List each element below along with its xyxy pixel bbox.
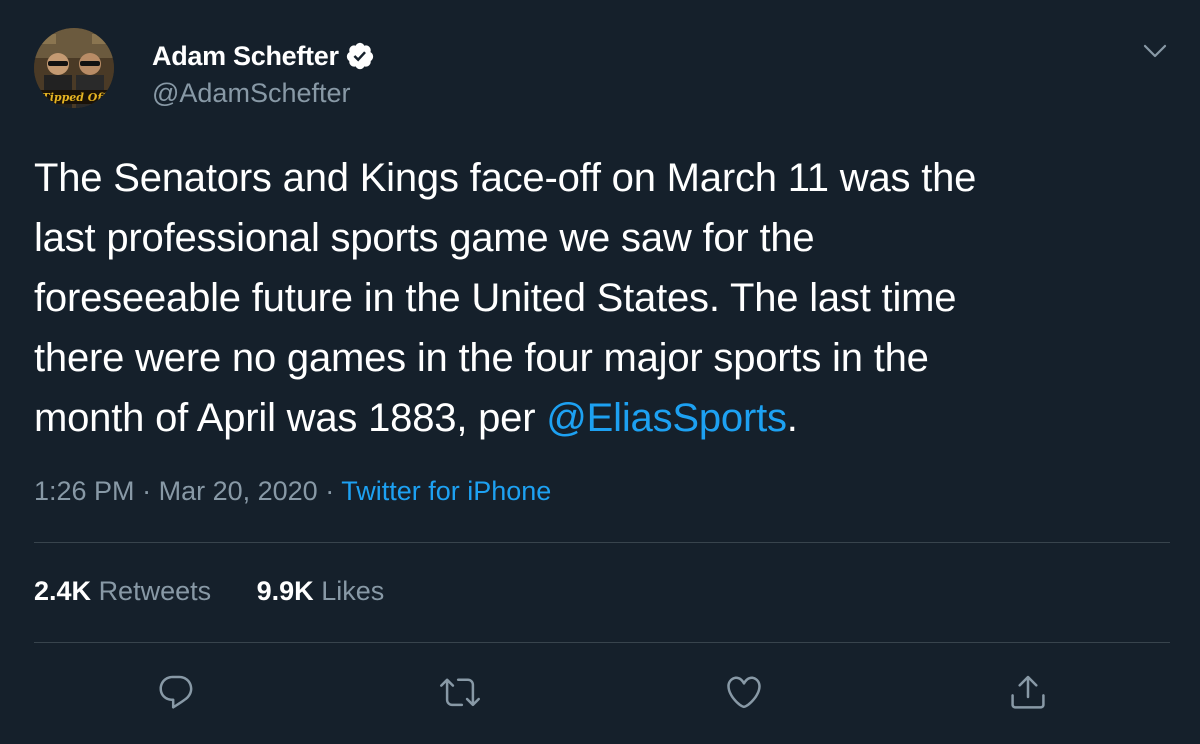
tweet-text-line-content: month of April was 1883, per <box>34 396 547 440</box>
author-name-line: Adam Schefter <box>152 38 375 74</box>
mention-link[interactable]: @EliasSports <box>546 396 787 440</box>
divider <box>34 642 1170 643</box>
verified-badge-icon <box>345 41 375 71</box>
avatar[interactable]: Tipped Off <box>34 28 114 108</box>
likes-count: 9.9K <box>256 576 314 606</box>
tweet-meta: 1:26 PM · Mar 20, 2020 · Twitter for iPh… <box>34 476 551 507</box>
retweets-count: 2.4K <box>34 576 92 606</box>
reply-icon[interactable] <box>156 672 196 712</box>
like-icon[interactable] <box>724 672 764 712</box>
tweet-text-line: there were no games in the four major sp… <box>34 336 929 380</box>
retweet-icon[interactable] <box>440 672 480 712</box>
chevron-down-icon[interactable] <box>1140 36 1170 66</box>
author-handle[interactable]: @AdamSchefter <box>152 78 351 109</box>
tweet-text-line: last professional sports game we saw for… <box>34 216 815 260</box>
tweet-card: Tipped Off Adam Schefter @AdamSchefter T… <box>0 0 1200 744</box>
meta-separator: · <box>142 476 152 506</box>
tweet-text-trailing: . <box>786 396 798 440</box>
tweet-date[interactable]: Mar 20, 2020 <box>159 476 318 506</box>
tweet-stats: 2.4K Retweets 9.9K Likes <box>34 576 422 607</box>
avatar-caption: Tipped Off <box>42 91 109 104</box>
retweets-label: Retweets <box>98 576 212 606</box>
likes-stat[interactable]: 9.9K Likes <box>257 576 385 606</box>
author-display-name[interactable]: Adam Schefter <box>152 41 339 72</box>
tweet-text-line: foreseeable future in the United States.… <box>34 276 957 320</box>
tweet-source-link[interactable]: Twitter for iPhone <box>341 476 551 506</box>
tweet-text-line: The Senators and Kings face-off on March… <box>34 156 977 200</box>
likes-label: Likes <box>321 576 385 606</box>
tweet-text-line: month of April was 1883, per @EliasSport… <box>34 388 1154 448</box>
tweet-time[interactable]: 1:26 PM <box>34 476 135 506</box>
share-icon[interactable] <box>1008 672 1048 712</box>
tweet-text: The Senators and Kings face-off on March… <box>34 148 1154 448</box>
divider <box>34 542 1170 543</box>
retweets-stat[interactable]: 2.4K Retweets <box>34 576 211 606</box>
meta-separator: · <box>325 476 335 506</box>
avatar-image: Tipped Off <box>34 28 114 108</box>
